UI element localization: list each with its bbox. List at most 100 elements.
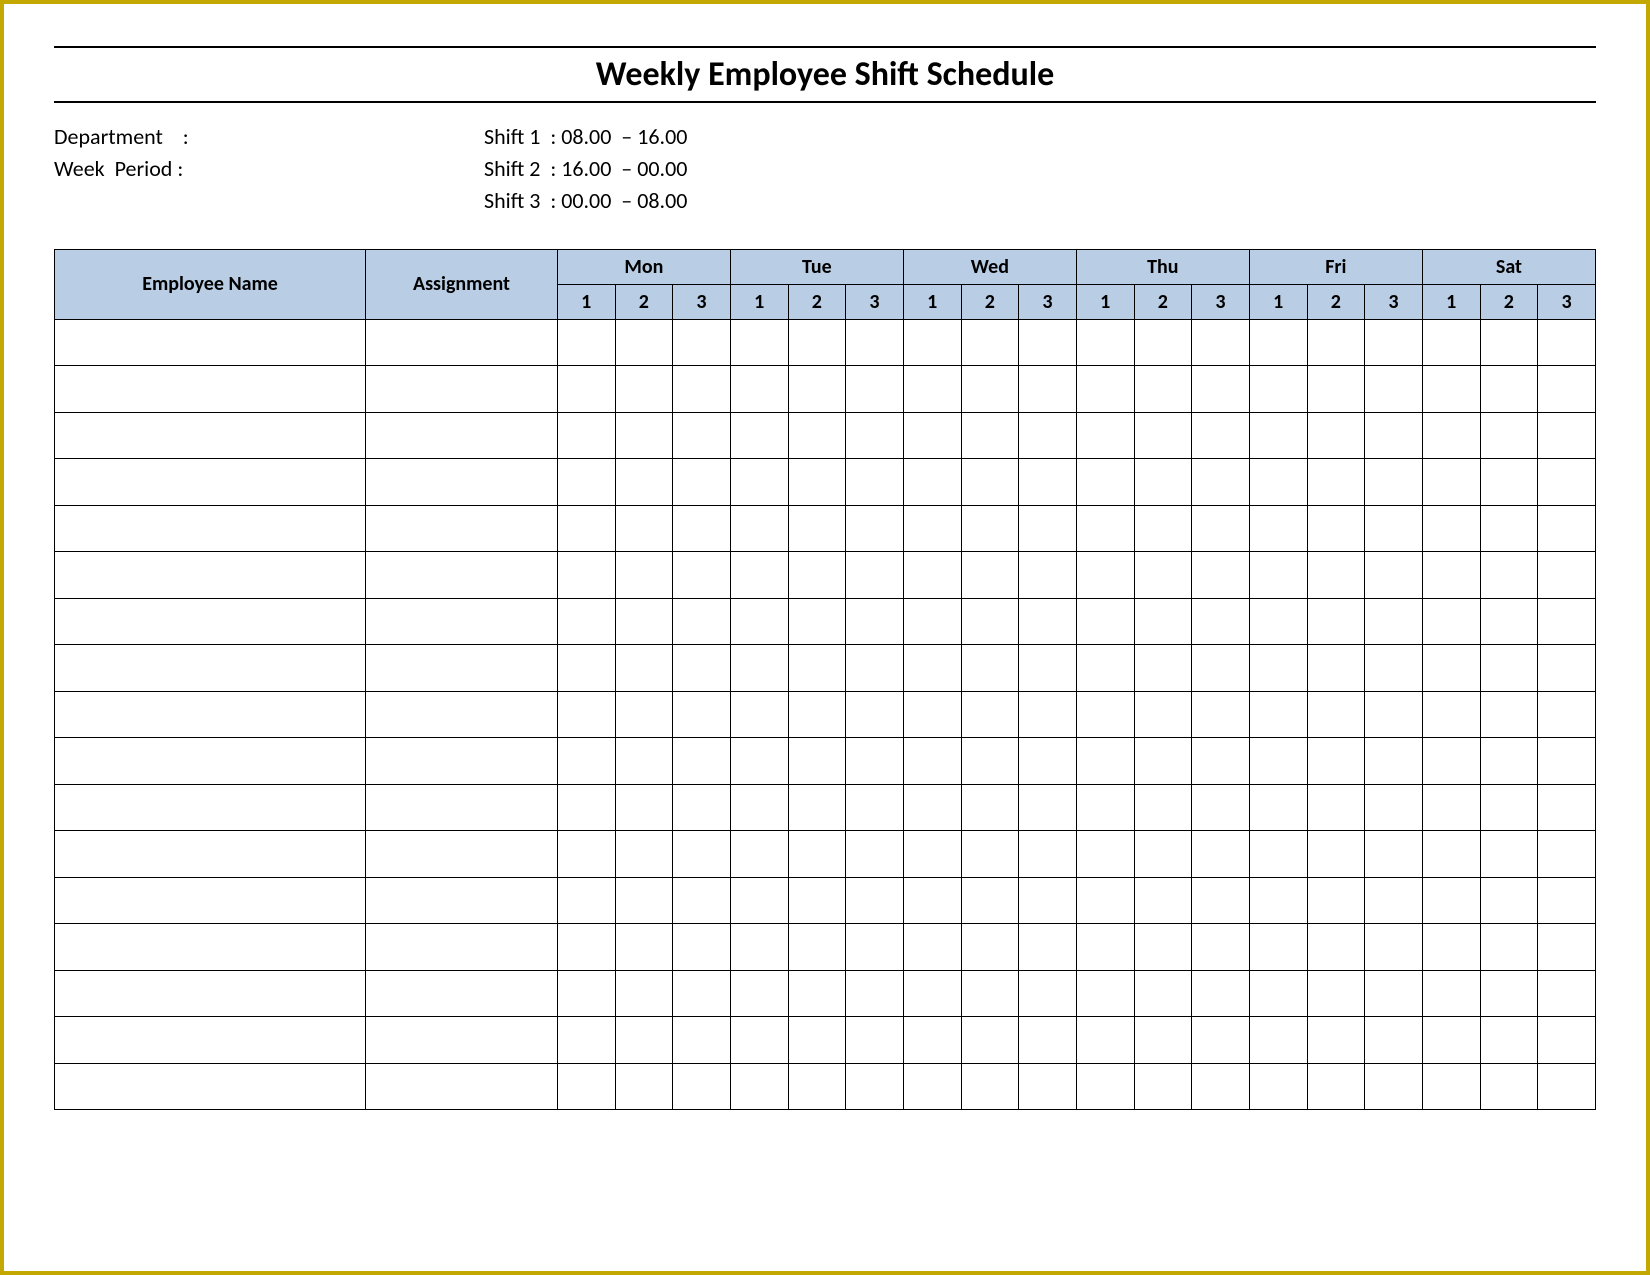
shift-cell[interactable]	[1538, 598, 1596, 645]
shift-cell[interactable]	[1192, 970, 1250, 1017]
shift-cell[interactable]	[1076, 319, 1134, 366]
shift-cell[interactable]	[1480, 877, 1538, 924]
shift-cell[interactable]	[1538, 924, 1596, 971]
assignment-cell[interactable]	[366, 691, 558, 738]
shift-cell[interactable]	[1134, 552, 1192, 599]
shift-cell[interactable]	[961, 970, 1019, 1017]
shift-cell[interactable]	[1192, 645, 1250, 692]
shift-cell[interactable]	[1480, 552, 1538, 599]
shift-cell[interactable]	[1538, 645, 1596, 692]
shift-cell[interactable]	[1480, 319, 1538, 366]
shift-cell[interactable]	[903, 831, 961, 878]
shift-cell[interactable]	[1019, 877, 1077, 924]
shift-cell[interactable]	[730, 784, 788, 831]
shift-cell[interactable]	[1422, 738, 1480, 785]
assignment-cell[interactable]	[366, 459, 558, 506]
shift-cell[interactable]	[1249, 924, 1307, 971]
shift-cell[interactable]	[1249, 645, 1307, 692]
shift-cell[interactable]	[903, 1063, 961, 1110]
shift-cell[interactable]	[1365, 970, 1423, 1017]
shift-cell[interactable]	[1365, 738, 1423, 785]
shift-cell[interactable]	[730, 319, 788, 366]
assignment-cell[interactable]	[366, 738, 558, 785]
shift-cell[interactable]	[1192, 1063, 1250, 1110]
shift-cell[interactable]	[1365, 691, 1423, 738]
shift-cell[interactable]	[1307, 645, 1365, 692]
shift-cell[interactable]	[961, 1063, 1019, 1110]
shift-cell[interactable]	[1076, 598, 1134, 645]
shift-cell[interactable]	[1249, 784, 1307, 831]
shift-cell[interactable]	[1422, 459, 1480, 506]
shift-cell[interactable]	[730, 645, 788, 692]
shift-cell[interactable]	[961, 552, 1019, 599]
shift-cell[interactable]	[1365, 1017, 1423, 1064]
shift-cell[interactable]	[961, 738, 1019, 785]
employee-name-cell[interactable]	[55, 459, 366, 506]
shift-cell[interactable]	[961, 319, 1019, 366]
shift-cell[interactable]	[846, 1063, 904, 1110]
shift-cell[interactable]	[615, 552, 673, 599]
assignment-cell[interactable]	[366, 1017, 558, 1064]
shift-cell[interactable]	[615, 598, 673, 645]
shift-cell[interactable]	[615, 877, 673, 924]
shift-cell[interactable]	[730, 924, 788, 971]
shift-cell[interactable]	[788, 924, 846, 971]
shift-cell[interactable]	[615, 924, 673, 971]
shift-cell[interactable]	[788, 645, 846, 692]
shift-cell[interactable]	[846, 598, 904, 645]
shift-cell[interactable]	[788, 319, 846, 366]
shift-cell[interactable]	[1076, 645, 1134, 692]
shift-cell[interactable]	[961, 598, 1019, 645]
assignment-cell[interactable]	[366, 877, 558, 924]
shift-cell[interactable]	[1538, 738, 1596, 785]
shift-cell[interactable]	[1480, 505, 1538, 552]
shift-cell[interactable]	[673, 598, 731, 645]
shift-cell[interactable]	[903, 1017, 961, 1064]
shift-cell[interactable]	[615, 784, 673, 831]
shift-cell[interactable]	[1192, 831, 1250, 878]
shift-cell[interactable]	[788, 459, 846, 506]
shift-cell[interactable]	[903, 877, 961, 924]
shift-cell[interactable]	[1480, 1017, 1538, 1064]
shift-cell[interactable]	[1422, 691, 1480, 738]
shift-cell[interactable]	[673, 505, 731, 552]
shift-cell[interactable]	[961, 877, 1019, 924]
shift-cell[interactable]	[846, 645, 904, 692]
shift-cell[interactable]	[730, 691, 788, 738]
shift-cell[interactable]	[903, 505, 961, 552]
shift-cell[interactable]	[1019, 1017, 1077, 1064]
assignment-cell[interactable]	[366, 784, 558, 831]
assignment-cell[interactable]	[366, 366, 558, 413]
assignment-cell[interactable]	[366, 1063, 558, 1110]
shift-cell[interactable]	[1134, 924, 1192, 971]
shift-cell[interactable]	[1192, 1017, 1250, 1064]
shift-cell[interactable]	[1307, 691, 1365, 738]
employee-name-cell[interactable]	[55, 877, 366, 924]
shift-cell[interactable]	[1307, 831, 1365, 878]
shift-cell[interactable]	[1365, 319, 1423, 366]
shift-cell[interactable]	[1134, 1063, 1192, 1110]
assignment-cell[interactable]	[366, 831, 558, 878]
shift-cell[interactable]	[557, 691, 615, 738]
shift-cell[interactable]	[557, 738, 615, 785]
shift-cell[interactable]	[903, 412, 961, 459]
shift-cell[interactable]	[903, 738, 961, 785]
shift-cell[interactable]	[1076, 831, 1134, 878]
shift-cell[interactable]	[961, 505, 1019, 552]
employee-name-cell[interactable]	[55, 1017, 366, 1064]
shift-cell[interactable]	[1422, 1063, 1480, 1110]
shift-cell[interactable]	[730, 505, 788, 552]
shift-cell[interactable]	[846, 877, 904, 924]
shift-cell[interactable]	[1365, 924, 1423, 971]
shift-cell[interactable]	[1538, 1063, 1596, 1110]
shift-cell[interactable]	[1480, 645, 1538, 692]
shift-cell[interactable]	[903, 459, 961, 506]
shift-cell[interactable]	[673, 412, 731, 459]
shift-cell[interactable]	[1307, 877, 1365, 924]
shift-cell[interactable]	[1538, 459, 1596, 506]
shift-cell[interactable]	[1192, 459, 1250, 506]
shift-cell[interactable]	[1249, 877, 1307, 924]
shift-cell[interactable]	[673, 877, 731, 924]
shift-cell[interactable]	[557, 877, 615, 924]
shift-cell[interactable]	[557, 459, 615, 506]
